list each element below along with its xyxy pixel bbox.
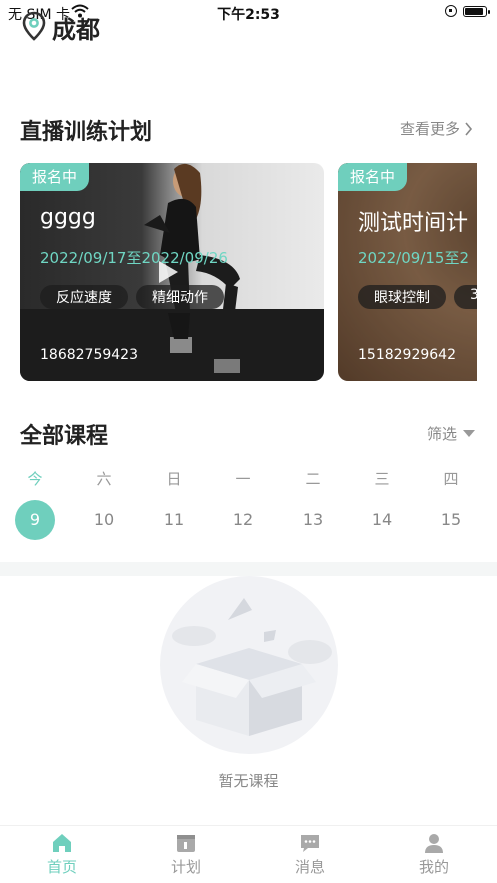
- date-cell[interactable]: 11: [154, 500, 194, 540]
- weekday-label: 一: [235, 470, 251, 488]
- weekday-row: 今 六 日 一 二 三 四: [0, 468, 497, 490]
- section-divider: [0, 562, 497, 576]
- date-cell[interactable]: 15: [431, 500, 471, 540]
- date-cell[interactable]: 12: [223, 500, 263, 540]
- date-row: 9 10 11 12 13 14 15: [0, 500, 497, 542]
- card-title: 测试时间计: [358, 211, 469, 236]
- tab-label: 首页: [46, 858, 77, 876]
- orientation-lock-icon: [445, 5, 457, 17]
- card-date-range: 2022/09/15至2: [358, 249, 469, 267]
- tab-plan[interactable]: 计划: [146, 832, 226, 877]
- card-phone: 18682759423: [40, 347, 138, 363]
- battery-level: [465, 7, 483, 15]
- status-badge: 报名中: [20, 163, 90, 191]
- see-more-label: 查看更多: [399, 120, 460, 138]
- live-cards-carousel[interactable]: 报名中 gggg 2022/09/17至2022/09/26 反应速度 精细动作…: [20, 163, 477, 381]
- tab-messages[interactable]: 消息: [270, 832, 350, 877]
- calendar-icon: [177, 835, 195, 852]
- date-cell[interactable]: 14: [362, 500, 402, 540]
- tab-profile[interactable]: 我的: [394, 832, 474, 877]
- card-tags: 眼球控制 3: [358, 285, 477, 309]
- tab-label: 消息: [294, 858, 325, 876]
- profile-icon: [425, 834, 443, 853]
- tab-label: 我的: [418, 858, 449, 876]
- weekday-label: 今: [27, 470, 43, 488]
- tab-bar: 首页 计划 消息 我的: [0, 825, 497, 883]
- home-icon: [53, 834, 71, 852]
- tab-label: 计划: [170, 858, 201, 876]
- see-more-link[interactable]: 查看更多: [400, 118, 473, 139]
- battery-icon: [463, 5, 490, 17]
- wifi-icon: [71, 4, 89, 18]
- chevron-right-icon: [465, 121, 473, 136]
- weekday-label: 六: [96, 470, 112, 488]
- filter-label: 筛选: [426, 425, 457, 443]
- weekday-label: 四: [443, 470, 459, 488]
- play-icon: [159, 261, 178, 283]
- courses-section-title: 全部课程: [20, 424, 109, 449]
- card-phone: 15182929642: [358, 347, 456, 363]
- weekday-label: 二: [305, 470, 321, 488]
- triangle-down-icon: [463, 430, 475, 437]
- message-icon: [301, 835, 319, 852]
- tab-home[interactable]: 首页: [22, 832, 102, 877]
- card-tag: 精细动作: [136, 285, 224, 309]
- live-card[interactable]: 报名中 测试时间计 2022/09/15至2 眼球控制 3 1518292964…: [338, 163, 477, 381]
- live-section-title: 直播训练计划: [20, 120, 153, 145]
- card-tag: 眼球控制: [358, 285, 446, 309]
- weekday-label: 三: [374, 470, 390, 488]
- empty-state-text: 暂无课程: [218, 772, 279, 790]
- date-cell[interactable]: 10: [84, 500, 124, 540]
- status-indicators: [445, 5, 490, 17]
- card-date-range: 2022/09/17至2022/09/26: [40, 249, 228, 267]
- date-cell[interactable]: 13: [293, 500, 333, 540]
- status-badge: 报名中: [338, 163, 408, 191]
- location-pin-icon: [22, 11, 46, 45]
- weekday-label: 日: [166, 470, 182, 488]
- filter-button[interactable]: 筛选: [427, 423, 475, 444]
- card-tags: 反应速度 精细动作: [40, 285, 224, 309]
- card-tag: 反应速度: [40, 285, 128, 309]
- live-card[interactable]: 报名中 gggg 2022/09/17至2022/09/26 反应速度 精细动作…: [20, 163, 324, 381]
- card-photo: [144, 163, 240, 373]
- card-title: gggg: [40, 205, 96, 230]
- empty-box-illustration: [160, 576, 338, 754]
- card-tag: 3: [454, 285, 477, 309]
- date-cell[interactable]: 9: [15, 500, 55, 540]
